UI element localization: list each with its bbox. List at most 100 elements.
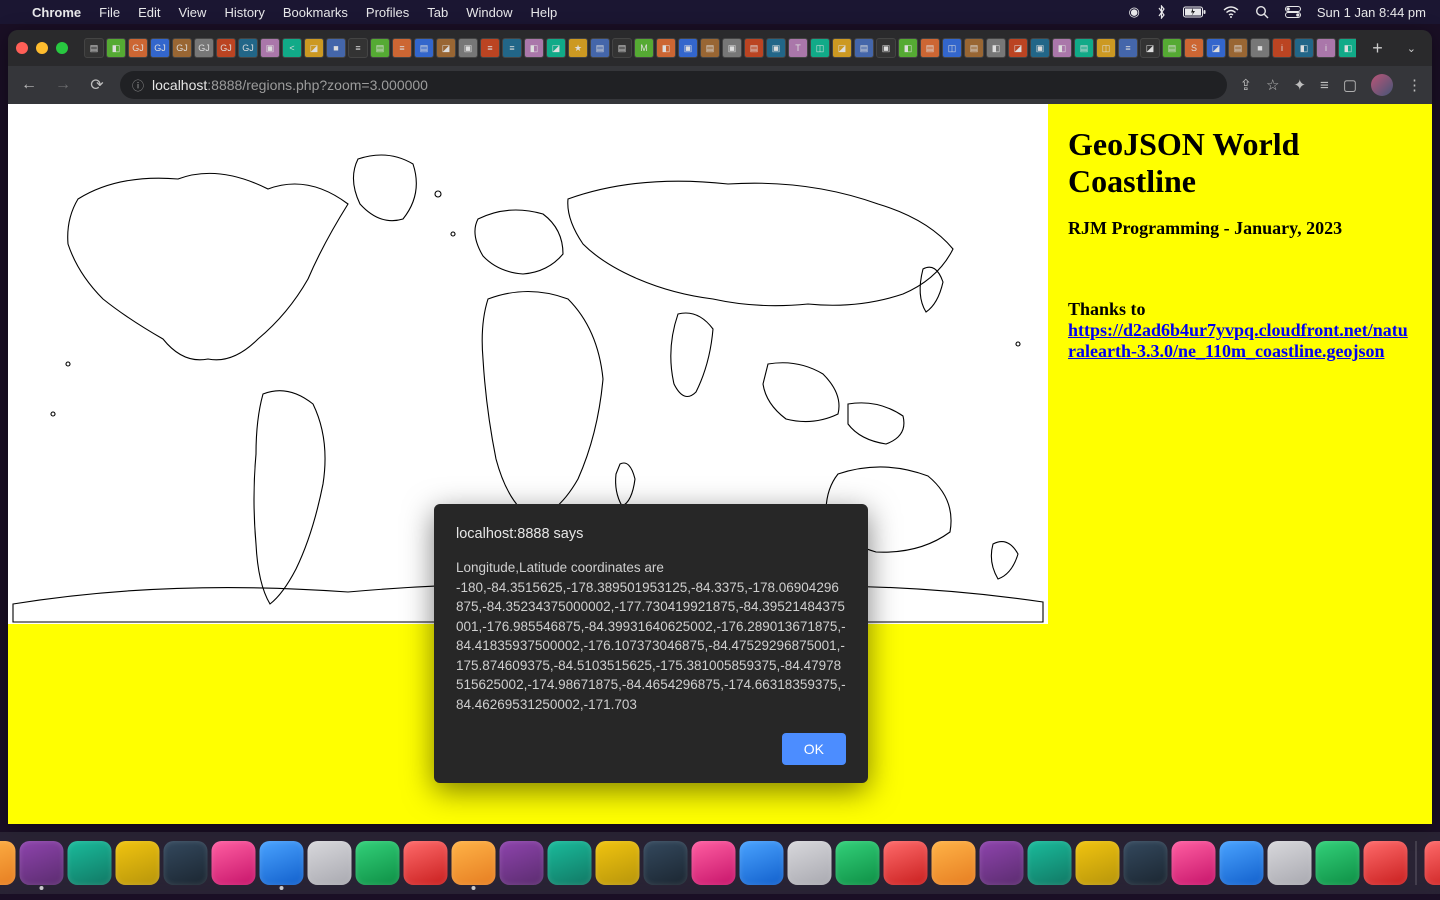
tab-favicon[interactable]: GJ [128, 38, 148, 58]
tab-favicon[interactable]: GJ [150, 38, 170, 58]
dock-right-icon[interactable] [1425, 841, 1440, 885]
bookmark-icon[interactable]: ☆ [1266, 76, 1279, 94]
tab-favicon[interactable]: ◪ [1206, 38, 1226, 58]
menubar-clock[interactable]: Sun 1 Jan 8:44 pm [1317, 5, 1426, 20]
menu-view[interactable]: View [178, 5, 206, 20]
dock-app-icon[interactable] [692, 841, 736, 885]
dock-app-icon[interactable] [884, 841, 928, 885]
menu-bookmarks[interactable]: Bookmarks [283, 5, 348, 20]
dock-app-icon[interactable] [980, 841, 1024, 885]
tab-favicon[interactable]: ▤ [414, 38, 434, 58]
dock-app-icon[interactable] [548, 841, 592, 885]
dock-app-icon[interactable] [404, 841, 448, 885]
tab-favicon[interactable]: ◧ [898, 38, 918, 58]
alert-ok-button[interactable]: OK [782, 733, 846, 765]
tab-favicon[interactable]: ▤ [1074, 38, 1094, 58]
bluetooth-icon[interactable] [1156, 5, 1167, 19]
tab-favicon[interactable]: ■ [326, 38, 346, 58]
site-info-icon[interactable]: ⓘ [132, 77, 144, 94]
dock-app-icon[interactable] [356, 841, 400, 885]
tab-favicon[interactable]: ▣ [260, 38, 280, 58]
tab-favicon[interactable]: ▤ [744, 38, 764, 58]
tab-favicon[interactable]: ▣ [766, 38, 786, 58]
tab-favicon[interactable]: ◪ [546, 38, 566, 58]
tab-favicon[interactable]: ▤ [612, 38, 632, 58]
wifi-icon[interactable] [1223, 6, 1239, 18]
tab-favicon[interactable]: ◪ [436, 38, 456, 58]
tab-favicon[interactable]: T [788, 38, 808, 58]
tab-favicon[interactable]: ◧ [1338, 38, 1356, 58]
reload-button[interactable]: ⟳ [86, 75, 108, 95]
tab-favicon[interactable]: ▣ [678, 38, 698, 58]
dock-app-icon[interactable] [788, 841, 832, 885]
dock-app-icon[interactable] [452, 841, 496, 885]
menu-profiles[interactable]: Profiles [366, 5, 409, 20]
tab-favicon[interactable]: ◧ [656, 38, 676, 58]
dock-app-icon[interactable] [1124, 841, 1168, 885]
back-button[interactable]: ← [18, 76, 40, 94]
dock-app-icon[interactable] [1220, 841, 1264, 885]
tab-favicon[interactable]: ▣ [458, 38, 478, 58]
dock-app-icon[interactable] [1172, 841, 1216, 885]
dock-app-icon[interactable] [1316, 841, 1360, 885]
tab-favicon[interactable]: M [634, 38, 654, 58]
tab-favicon[interactable]: GJ [172, 38, 192, 58]
tab-favicon[interactable]: ▤ [1228, 38, 1248, 58]
dock-app-icon[interactable] [260, 841, 304, 885]
tab-favicon[interactable]: ◧ [1294, 38, 1314, 58]
dock-app-icon[interactable] [836, 841, 880, 885]
screen-record-icon[interactable]: ◉ [1129, 4, 1140, 20]
tab-favicon[interactable]: ◧ [1052, 38, 1072, 58]
tab-favicon[interactable]: ★ [568, 38, 588, 58]
tab-favicon[interactable]: i [1316, 38, 1336, 58]
menu-file[interactable]: File [99, 5, 120, 20]
menu-edit[interactable]: Edit [138, 5, 160, 20]
profile-avatar[interactable] [1371, 74, 1393, 96]
tab-favicon[interactable]: ◫ [1096, 38, 1116, 58]
menu-help[interactable]: Help [531, 5, 558, 20]
dock-app-icon[interactable] [212, 841, 256, 885]
tab-favicon[interactable]: ◫ [810, 38, 830, 58]
address-bar[interactable]: ⓘ localhost:8888/regions.php?zoom=3.0000… [120, 71, 1227, 99]
dock-app-icon[interactable] [1364, 841, 1408, 885]
dock-app-icon[interactable] [1028, 841, 1072, 885]
dock-app-icon[interactable] [740, 841, 784, 885]
dock-app-icon[interactable] [1268, 841, 1312, 885]
dock-app-icon[interactable] [68, 841, 112, 885]
tab-favicon[interactable]: i [1272, 38, 1292, 58]
tab-favicon[interactable]: ▣ [722, 38, 742, 58]
dock-app-icon[interactable] [1076, 841, 1120, 885]
battery-icon[interactable] [1183, 6, 1207, 18]
tab-favicon[interactable]: ≡ [480, 38, 500, 58]
tab-favicon[interactable]: ■ [1250, 38, 1270, 58]
side-panel-icon[interactable]: ▢ [1343, 76, 1357, 94]
new-tab-button[interactable]: + [1362, 38, 1393, 59]
thanks-link[interactable]: https://d2ad6b4ur7yvpq.cloudfront.net/na… [1068, 320, 1408, 361]
dock-app-icon[interactable] [500, 841, 544, 885]
tab-favicon[interactable]: ▤ [920, 38, 940, 58]
tab-favicon[interactable]: ◫ [942, 38, 962, 58]
dock-app-icon[interactable] [0, 841, 16, 885]
tab-favicon[interactable]: ▤ [84, 38, 104, 58]
tab-favicon[interactable]: ▤ [1162, 38, 1182, 58]
dock-app-icon[interactable] [308, 841, 352, 885]
chrome-menu-icon[interactable]: ⋮ [1407, 76, 1422, 94]
menubar-app-name[interactable]: Chrome [32, 5, 81, 20]
forward-button[interactable]: → [52, 76, 74, 94]
tab-favicon[interactable]: GJ [216, 38, 236, 58]
tab-favicon[interactable]: ◪ [1140, 38, 1160, 58]
tab-favicon[interactable]: ≡ [348, 38, 368, 58]
window-close-button[interactable] [16, 42, 28, 54]
tab-favicon[interactable]: ▤ [854, 38, 874, 58]
tab-favicon[interactable]: GJ [238, 38, 258, 58]
extensions-icon[interactable]: ✦ [1293, 76, 1306, 94]
menu-history[interactable]: History [224, 5, 264, 20]
tab-favicon[interactable]: ▤ [964, 38, 984, 58]
tab-favicon[interactable]: ◧ [106, 38, 126, 58]
tab-favicon[interactable]: S [1184, 38, 1204, 58]
tab-favicon[interactable]: ◪ [832, 38, 852, 58]
share-icon[interactable]: ⇪ [1239, 76, 1252, 94]
dock-app-icon[interactable] [596, 841, 640, 885]
dock-app-icon[interactable] [932, 841, 976, 885]
control-center-icon[interactable] [1285, 6, 1301, 18]
